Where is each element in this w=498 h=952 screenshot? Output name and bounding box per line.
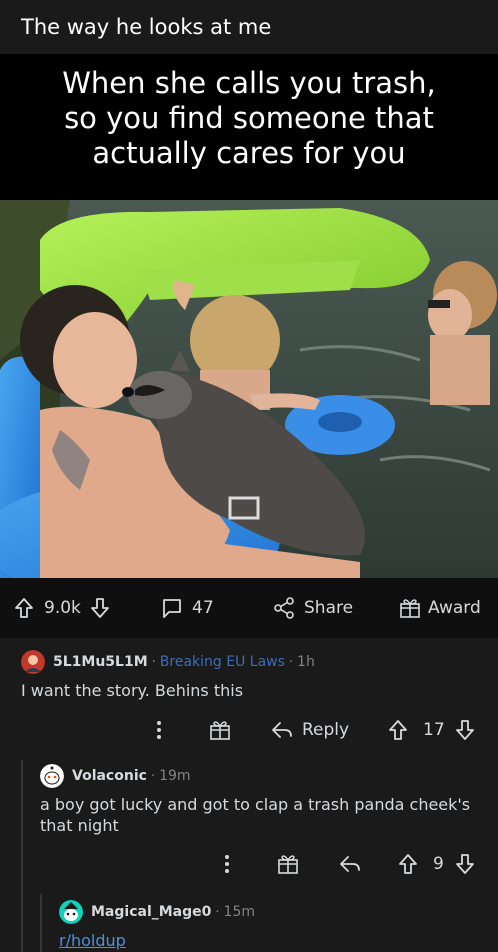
upvote-arrow-icon [15, 598, 33, 618]
comment-username[interactable]: Magical_Mage0 [91, 904, 211, 920]
separator-dot: · [151, 654, 156, 670]
share-icon [274, 597, 294, 619]
vote-count: 9.0k [44, 598, 81, 618]
comment-vote-count: 17 [423, 720, 445, 740]
award-comment-button[interactable] [276, 852, 300, 876]
downvote-arrow-icon [456, 720, 474, 740]
post-image[interactable] [0, 200, 498, 578]
avatar[interactable] [40, 764, 64, 788]
share-label: Share [304, 598, 354, 618]
reply-button[interactable] [338, 852, 362, 876]
meme-caption-line-1: When she calls you trash, [62, 66, 436, 100]
comments-button[interactable]: 47 [160, 578, 214, 638]
comment-time: 1h [297, 654, 315, 670]
avatar[interactable] [21, 650, 45, 674]
reply-button[interactable]: Reply [270, 718, 349, 742]
share-button[interactable]: Share [272, 578, 353, 638]
comment-username[interactable]: Volaconic [72, 768, 147, 784]
meme-caption: When she calls you trash, so you find so… [0, 66, 498, 171]
comment-vote-count: 9 [433, 854, 444, 874]
award-comment-button[interactable] [208, 718, 232, 742]
post-image-illustration [0, 200, 498, 578]
comment-header: 5L1Mu5L1M · Breaking EU Laws · 1h [21, 650, 315, 674]
subreddit-link[interactable]: r/holdup [59, 931, 126, 950]
award-label: Award [428, 598, 481, 618]
reply-arrow-icon [340, 856, 360, 872]
comment-time: 15m [223, 904, 255, 920]
comment-header: Magical_Mage0 · 15m [59, 900, 255, 924]
avatar[interactable] [59, 900, 83, 924]
comments-section: 5L1Mu5L1M · Breaking EU Laws · 1h I want… [0, 638, 498, 952]
downvote-arrow-icon [91, 598, 109, 618]
comment-count: 47 [192, 598, 214, 618]
user-flair: Breaking EU Laws [159, 654, 285, 670]
more-options-button[interactable] [222, 852, 232, 876]
separator-dot: · [215, 904, 220, 920]
user-avatar-icon [40, 764, 64, 788]
meme-caption-line-2: so you find someone that [64, 101, 434, 135]
thread-line[interactable] [21, 760, 23, 952]
user-avatar-icon [59, 900, 83, 924]
comment-body: r/holdup [59, 930, 126, 951]
award-button[interactable]: Award [398, 578, 481, 638]
gift-icon [210, 721, 230, 740]
thread-line[interactable] [40, 894, 42, 952]
comment-downvote-button[interactable] [455, 852, 475, 876]
comment-username[interactable]: 5L1Mu5L1M [53, 654, 148, 670]
comment-body: I want the story. Behins this [21, 681, 244, 700]
meme-caption-panel: When she calls you trash, so you find so… [0, 54, 498, 200]
comment-bubble-icon [163, 599, 181, 618]
comment-body: a boy got lucky and got to clap a trash … [40, 794, 470, 836]
post-header: The way he looks at me [0, 0, 498, 54]
user-avatar-icon [21, 650, 45, 674]
downvote-button[interactable] [90, 578, 110, 638]
comment-upvote-button[interactable] [388, 718, 408, 742]
gift-icon [400, 599, 420, 618]
post-action-bar: 9.0k 47 Share Award [0, 578, 498, 638]
upvote-arrow-icon [389, 720, 407, 740]
comment-downvote-button[interactable] [455, 718, 475, 742]
comment-header: Volaconic · 19m [40, 764, 191, 788]
more-options-button[interactable] [154, 718, 164, 742]
reply-label: Reply [302, 720, 350, 740]
comment-body-line: a boy got lucky and got to clap a trash … [40, 795, 471, 814]
post-title: The way he looks at me [21, 15, 272, 39]
comment-upvote-button[interactable] [398, 852, 418, 876]
reply-arrow-icon [272, 722, 292, 738]
separator-dot: · [288, 654, 294, 670]
comment-body-line: that night [40, 816, 119, 835]
kebab-menu-icon [225, 855, 229, 873]
gift-icon [278, 855, 298, 874]
downvote-arrow-icon [456, 854, 474, 874]
upvote-arrow-icon [399, 854, 417, 874]
separator-dot: · [150, 768, 156, 784]
comment-time: 19m [159, 768, 191, 784]
kebab-menu-icon [157, 721, 161, 739]
meme-caption-line-3: actually cares for you [92, 136, 406, 170]
upvote-button[interactable] [14, 578, 34, 638]
